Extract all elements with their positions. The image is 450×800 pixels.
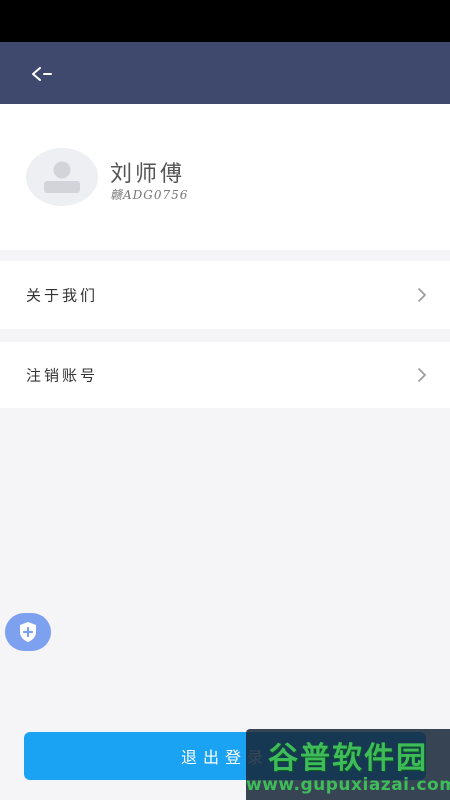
watermark-logo: 谷普软件园 www.gupuxiazai.com	[246, 729, 450, 800]
menu-item-about-us[interactable]: 关于我们	[0, 261, 450, 329]
menu-item-cancel-account[interactable]: 注销账号	[0, 342, 450, 408]
watermark-url: www.gupuxiazai.com	[246, 775, 450, 795]
floating-shield-button[interactable]	[5, 613, 51, 651]
profile-card: 刘师傅 赣ADG0756	[0, 104, 450, 250]
profile-plate-number: 赣ADG0756	[110, 188, 189, 202]
profile-name: 刘师傅	[110, 162, 186, 187]
menu-item-label: 关于我们	[26, 286, 99, 305]
shield-plus-icon	[20, 622, 36, 642]
chevron-right-icon	[418, 288, 426, 302]
user-avatar-icon	[44, 161, 80, 193]
back-button[interactable]	[24, 60, 60, 88]
chevron-right-icon	[418, 368, 426, 382]
watermark-title: 谷普软件园	[268, 741, 428, 776]
back-arrow-icon	[32, 67, 52, 81]
status-bar	[0, 0, 450, 42]
avatar[interactable]	[26, 148, 98, 206]
top-nav-bar	[0, 42, 450, 104]
menu-item-label: 注销账号	[26, 366, 99, 385]
